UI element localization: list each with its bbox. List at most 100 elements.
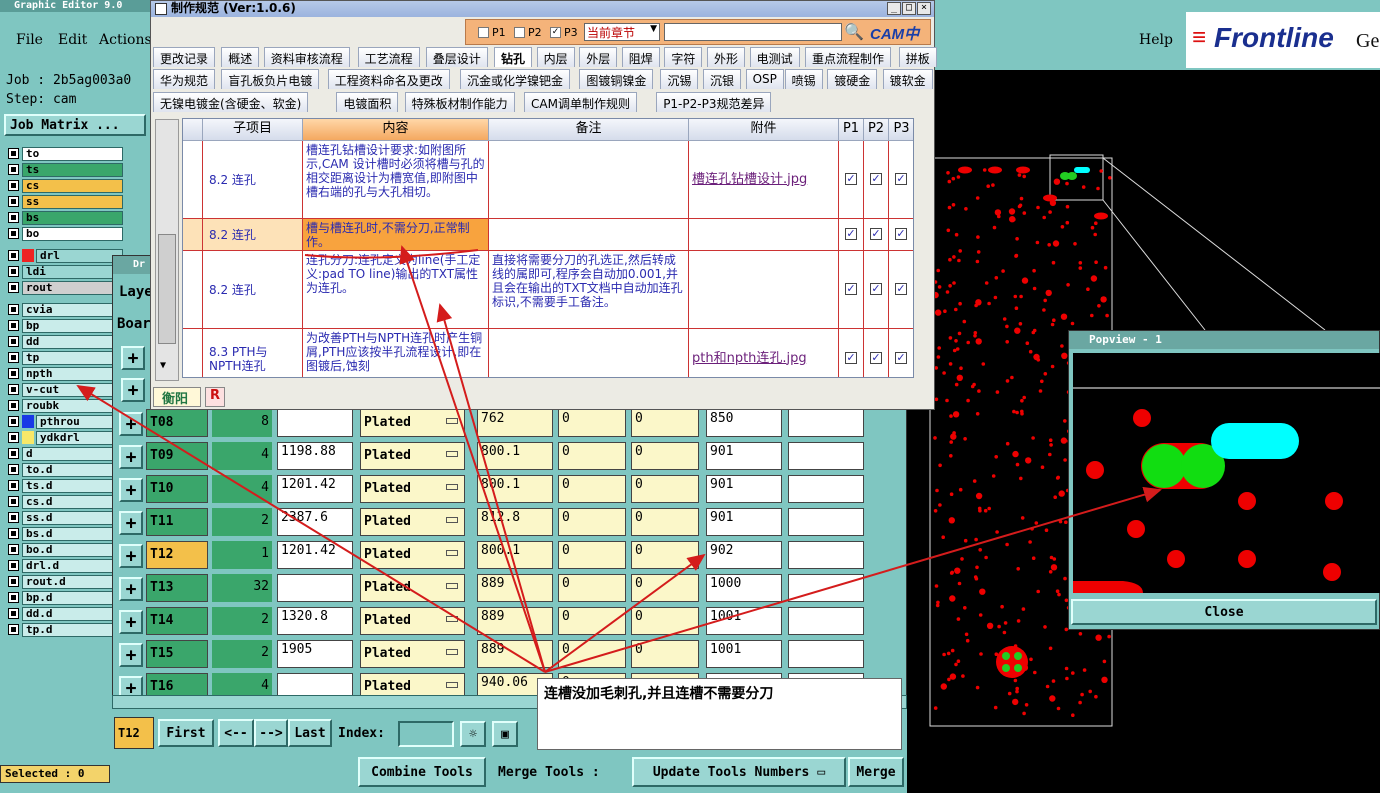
row-attachment-link[interactable]: pth和npth连孔.jpg: [689, 329, 839, 377]
plated-select[interactable]: Plated: [360, 607, 465, 635]
tab-tabs_row1-1[interactable]: 概述: [221, 47, 260, 67]
header-subitem[interactable]: 子项目: [203, 119, 303, 141]
tab-tabs_row1-5[interactable]: 钻孔: [494, 47, 533, 67]
drill-size-input[interactable]: 902: [706, 541, 782, 569]
layer-row[interactable]: ydkdrl: [8, 430, 123, 445]
layer-row[interactable]: ldi: [8, 264, 123, 279]
layer-row[interactable]: npth: [8, 366, 123, 381]
layer-row[interactable]: to.d: [8, 462, 123, 477]
finish-size-input[interactable]: 800.1: [477, 475, 553, 503]
layer-row[interactable]: bo.d: [8, 542, 123, 557]
tolerance-minus-input[interactable]: 0: [631, 574, 699, 602]
tool-name[interactable]: T13: [146, 574, 208, 602]
drill-size-input[interactable]: 901: [706, 475, 782, 503]
layer-row[interactable]: to: [8, 146, 123, 161]
tab-tabs_row1-2[interactable]: 资料审核流程: [263, 47, 350, 67]
tolerance-plus-input[interactable]: 0: [558, 640, 626, 668]
plated-select[interactable]: Plated: [360, 640, 465, 668]
tool-size-input[interactable]: 2387.6: [277, 508, 353, 536]
filter-p2[interactable]: P2: [514, 26, 542, 39]
plated-select[interactable]: Plated: [360, 508, 465, 536]
tab-tabs_row1-9[interactable]: 字符: [664, 47, 703, 67]
layer-row[interactable]: ss: [8, 194, 123, 209]
plated-select[interactable]: Plated: [360, 475, 465, 503]
index-input[interactable]: [398, 721, 454, 747]
row-p1-checkbox[interactable]: ✓: [845, 283, 857, 295]
tab-tabs_row2-0[interactable]: 华为规范: [153, 69, 216, 89]
tab-tabs_row1-0[interactable]: 更改记录: [153, 47, 216, 67]
close-icon[interactable]: ×: [917, 2, 931, 15]
tab-tabs_row3-0[interactable]: 无镍电镀金(含硬金、软金): [153, 92, 309, 112]
tab-tabs_row2-6[interactable]: 沉银: [703, 69, 742, 89]
layer-row[interactable]: tp: [8, 350, 123, 365]
last-button[interactable]: Last: [288, 719, 332, 747]
tolerance-plus-input[interactable]: 0: [558, 409, 626, 437]
row-p3-checkbox[interactable]: ✓: [895, 283, 907, 295]
header-p2[interactable]: P2: [864, 119, 889, 141]
extra-input[interactable]: [788, 607, 864, 635]
finish-size-input[interactable]: 889: [477, 574, 553, 602]
drill-size-input[interactable]: 901: [706, 508, 782, 536]
layer-checkbox[interactable]: [8, 416, 19, 427]
tab-tabs_row2-10[interactable]: 镀软金: [882, 69, 933, 89]
layer-row[interactable]: dd.d: [8, 606, 123, 621]
filter-p3[interactable]: ✓ P3: [550, 26, 578, 39]
plated-select[interactable]: Plated: [360, 409, 465, 437]
layer-checkbox[interactable]: [8, 320, 19, 331]
tab-tabs_row1-7[interactable]: 外层: [579, 47, 618, 67]
finish-size-input[interactable]: 800.1: [477, 442, 553, 470]
layer-row[interactable]: drl.d: [8, 558, 123, 573]
drill-size-input[interactable]: 1001: [706, 640, 782, 668]
update-tools-dropdown[interactable]: Update Tools Numbers ▭: [632, 757, 846, 787]
layer-checkbox[interactable]: [8, 544, 19, 555]
layer-row[interactable]: v-cut: [8, 382, 123, 397]
left-scrollbar[interactable]: ▼: [155, 119, 179, 381]
extra-input[interactable]: [788, 475, 864, 503]
tool-name[interactable]: T12: [146, 541, 208, 569]
add-tool-button[interactable]: +: [119, 412, 143, 436]
tolerance-minus-input[interactable]: 0: [631, 607, 699, 635]
row-p2-checkbox[interactable]: ✓: [870, 228, 882, 240]
menu-help[interactable]: Help: [1139, 32, 1173, 48]
row-attachment-link[interactable]: 槽连孔钻槽设计.jpg: [689, 141, 839, 219]
add-tool-button[interactable]: +: [119, 643, 143, 667]
row-p1-checkbox[interactable]: ✓: [845, 352, 857, 364]
bulb-icon[interactable]: ☼: [460, 721, 486, 747]
chapter-select[interactable]: 当前章节 ▼: [584, 23, 660, 41]
drill-size-input[interactable]: 901: [706, 442, 782, 470]
layer-row[interactable]: dd: [8, 334, 123, 349]
extra-input[interactable]: [788, 574, 864, 602]
tool-size-input[interactable]: 1198.88: [277, 442, 353, 470]
layer-row[interactable]: bo: [8, 226, 123, 241]
layer-checkbox[interactable]: [8, 266, 19, 277]
finish-size-input[interactable]: 889: [477, 640, 553, 668]
tool-name[interactable]: T09: [146, 442, 208, 470]
extra-input[interactable]: [788, 409, 864, 437]
tab-tabs_row1-3[interactable]: 工艺流程: [357, 47, 420, 67]
tab-tabs_row1-11[interactable]: 电测试: [749, 47, 800, 67]
layer-checkbox[interactable]: [8, 432, 19, 443]
footer-tab-hengyang[interactable]: 衡阳: [153, 387, 201, 407]
layer-row[interactable]: rout: [8, 280, 123, 295]
layer-checkbox[interactable]: [8, 148, 19, 159]
tab-tabs_row3-1[interactable]: 电镀面积: [336, 92, 399, 112]
row-p2-checkbox[interactable]: ✓: [870, 352, 882, 364]
tool-name[interactable]: T11: [146, 508, 208, 536]
layer-row[interactable]: cs: [8, 178, 123, 193]
layer-row[interactable]: cs.d: [8, 494, 123, 509]
spec-grid[interactable]: 子项目 内容 备注 附件 P1 P2 P3 8.2 连孔 槽连孔钻槽设计要求:如附图所示,CAM…: [182, 118, 914, 378]
layer-checkbox[interactable]: [8, 368, 19, 379]
layer-row[interactable]: ss.d: [8, 510, 123, 525]
layer-checkbox[interactable]: [8, 212, 19, 223]
tab-tabs_row1-4[interactable]: 叠层设计: [425, 47, 488, 67]
add-tool-button[interactable]: +: [119, 610, 143, 634]
combine-tools-button[interactable]: Combine Tools: [358, 757, 486, 787]
tolerance-plus-input[interactable]: 0: [558, 475, 626, 503]
tab-tabs_row2-1[interactable]: 盲孔板负片电镀: [221, 69, 320, 89]
filter-p1[interactable]: P1: [478, 26, 506, 39]
layer-checkbox[interactable]: [8, 336, 19, 347]
layer-checkbox[interactable]: [8, 480, 19, 491]
finish-size-input[interactable]: 889: [477, 607, 553, 635]
plated-select[interactable]: Plated: [360, 574, 465, 602]
tool-name[interactable]: T08: [146, 409, 208, 437]
